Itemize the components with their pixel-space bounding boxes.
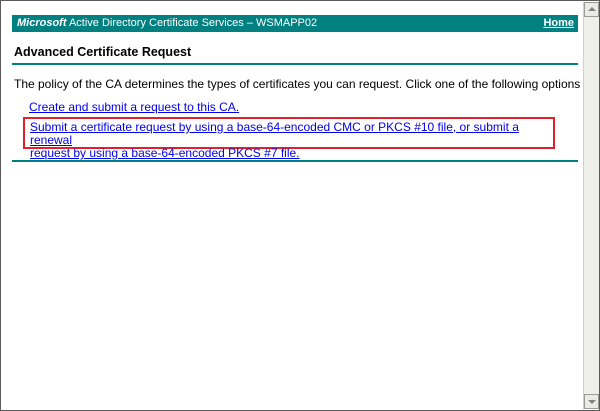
scroll-track[interactable]	[584, 17, 599, 394]
option-create-request: Create and submit a request to this CA.	[29, 98, 239, 116]
up-arrow-icon	[588, 7, 596, 11]
down-arrow-icon	[588, 400, 596, 404]
vertical-scrollbar[interactable]	[583, 2, 599, 409]
scroll-up-button[interactable]	[584, 2, 599, 17]
divider-top	[12, 63, 578, 65]
submit-request-link-line1[interactable]: Submit a certificate request by using a …	[30, 120, 519, 147]
brand-microsoft: Microsoft	[17, 17, 67, 29]
header-bar: Microsoft Active Directory Certificate S…	[12, 15, 578, 32]
option-submit-request-highlight: Submit a certificate request by using a …	[23, 117, 555, 160]
service-title: Microsoft Active Directory Certificate S…	[17, 17, 317, 30]
brand-service-name: Active Directory Certificate Services – …	[66, 17, 318, 29]
browser-frame: Microsoft Active Directory Certificate S…	[0, 0, 600, 411]
divider-bottom	[12, 160, 578, 162]
intro-text: The policy of the CA determines the type…	[14, 77, 583, 91]
submit-request-link-line2[interactable]: request by using a base-64-encoded PKCS …	[30, 146, 300, 160]
create-request-link[interactable]: Create and submit a request to this CA.	[29, 100, 239, 114]
scroll-down-button[interactable]	[584, 394, 599, 409]
page-viewport: Microsoft Active Directory Certificate S…	[2, 2, 583, 409]
submit-request-link[interactable]: Submit a certificate request by using a …	[30, 121, 553, 160]
page-title: Advanced Certificate Request	[14, 45, 192, 59]
home-link[interactable]: Home	[543, 17, 574, 30]
